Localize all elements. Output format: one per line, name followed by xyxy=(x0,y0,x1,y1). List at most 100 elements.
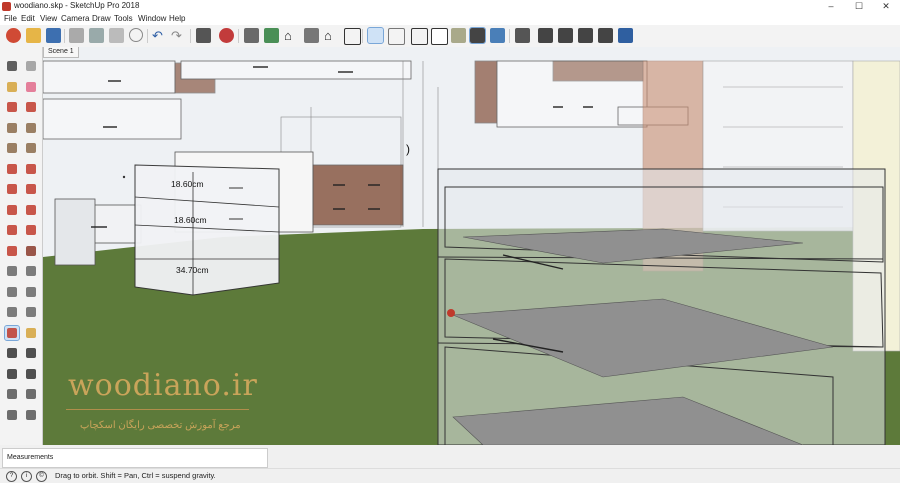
redo-icon[interactable]: ↷ xyxy=(171,28,186,43)
rotated-rect-icon-glyph xyxy=(26,122,36,133)
copy-icon[interactable] xyxy=(89,28,104,43)
xray-icon[interactable] xyxy=(367,27,384,44)
protractor-icon[interactable] xyxy=(5,285,19,299)
cut-icon[interactable] xyxy=(69,28,84,43)
dimension-label: 34.70cm xyxy=(176,265,209,275)
menu-view[interactable]: View xyxy=(40,14,57,23)
maximize-button[interactable]: ☐ xyxy=(845,0,873,13)
close-button[interactable]: ✕ xyxy=(872,0,900,13)
measurements-box[interactable]: Measurements xyxy=(2,448,268,468)
hidden-line-icon[interactable] xyxy=(431,28,448,45)
offset-icon[interactable] xyxy=(24,244,38,258)
open-icon[interactable] xyxy=(26,28,41,43)
zoom-icon[interactable] xyxy=(5,346,19,360)
undo-icon[interactable]: ↶ xyxy=(152,28,167,43)
get-models-icon[interactable] xyxy=(344,28,361,45)
right-view-icon[interactable] xyxy=(578,28,593,43)
info-icon[interactable]: i xyxy=(21,471,32,482)
position-camera-icon-glyph xyxy=(7,389,17,399)
back-view-icon[interactable] xyxy=(598,28,613,43)
section-plane-icon[interactable] xyxy=(24,408,38,422)
pie-icon[interactable] xyxy=(24,162,38,176)
paint-bucket-icon[interactable] xyxy=(5,80,19,94)
rotate-icon[interactable] xyxy=(5,223,19,237)
get-models-icon[interactable] xyxy=(304,28,319,43)
send-layout-icon[interactable]: ⌂ xyxy=(324,28,339,43)
line-icon[interactable] xyxy=(5,100,19,114)
circle-icon[interactable] xyxy=(5,141,19,155)
paste-icon[interactable] xyxy=(109,28,124,43)
two-point-arc-icon-glyph xyxy=(7,184,17,194)
print-icon[interactable] xyxy=(196,28,211,43)
watermark-title: woodiano.ir xyxy=(68,368,258,403)
move-icon[interactable] xyxy=(5,203,19,217)
position-camera-icon[interactable] xyxy=(5,387,19,401)
3d-text-icon[interactable] xyxy=(24,305,38,319)
geo-location-icon[interactable]: © xyxy=(36,471,47,482)
menu-file[interactable]: File xyxy=(4,14,17,23)
monochrome-icon[interactable] xyxy=(490,28,505,43)
getting-started-icon[interactable] xyxy=(6,28,21,43)
menu-camera[interactable]: Camera xyxy=(61,14,89,23)
top-view-icon[interactable] xyxy=(538,28,553,43)
offset-icon-glyph xyxy=(26,245,36,256)
look-around-icon[interactable] xyxy=(24,387,38,401)
select-icon[interactable] xyxy=(5,59,19,73)
three-point-arc-icon[interactable] xyxy=(24,182,38,196)
make-component-icon[interactable] xyxy=(24,59,38,73)
minimize-button[interactable]: – xyxy=(817,0,845,13)
text-icon[interactable] xyxy=(24,285,38,299)
scale-icon[interactable] xyxy=(5,244,19,258)
menu-draw[interactable]: Draw xyxy=(92,14,111,23)
dimension-icon[interactable] xyxy=(24,264,38,278)
eraser-icon-glyph xyxy=(26,81,36,92)
front-view-icon[interactable] xyxy=(558,28,573,43)
freehand-icon[interactable] xyxy=(24,100,38,114)
erase-icon[interactable] xyxy=(129,28,143,42)
shaded-textures-icon[interactable] xyxy=(469,27,486,44)
model-info-icon[interactable] xyxy=(219,28,234,43)
two-point-arc-icon[interactable] xyxy=(5,182,19,196)
protractor-icon-glyph xyxy=(7,286,17,297)
help-icon[interactable]: ? xyxy=(6,471,17,482)
watermark-subtitle: مرجع آموزش تخصصی رایگان اسکچاپ xyxy=(80,420,241,431)
dimension-label: 18.60cm xyxy=(174,215,207,225)
status-bar: ? i © Drag to orbit. Shift = Pan, Ctrl =… xyxy=(0,468,900,483)
menu-help[interactable]: Help xyxy=(169,14,185,23)
rectangle-icon[interactable] xyxy=(5,121,19,135)
follow-me-icon[interactable] xyxy=(24,223,38,237)
menu-tools[interactable]: Tools xyxy=(114,14,133,23)
menu-window[interactable]: Window xyxy=(138,14,166,23)
3d-warehouse-icon[interactable] xyxy=(244,28,259,43)
window-title: woodiano.skp - SketchUp Pro 2018 xyxy=(14,1,140,10)
pan-icon[interactable] xyxy=(24,326,38,340)
share-model-icon[interactable]: ⌂ xyxy=(284,28,299,43)
push-pull-icon[interactable] xyxy=(24,203,38,217)
arc-icon[interactable] xyxy=(5,162,19,176)
tape-measure-icon[interactable] xyxy=(5,264,19,278)
zoom-window-icon[interactable] xyxy=(24,346,38,360)
extension-warehouse-icon[interactable] xyxy=(264,28,279,43)
orbit-icon[interactable] xyxy=(4,324,20,341)
look-around-icon-glyph xyxy=(26,389,36,399)
dimension-label: 18.60cm xyxy=(171,179,204,189)
rotated-rect-icon[interactable] xyxy=(24,121,38,135)
back-edges-icon[interactable] xyxy=(388,28,405,45)
wireframe-icon[interactable] xyxy=(411,28,428,45)
previous-view-icon[interactable] xyxy=(24,367,38,381)
tape-measure-icon-glyph xyxy=(7,266,17,276)
axes-icon[interactable] xyxy=(5,305,19,319)
walk-icon[interactable] xyxy=(5,408,19,422)
polygon-icon-glyph xyxy=(26,143,36,153)
menu-edit[interactable]: Edit xyxy=(21,14,35,23)
tool-palette xyxy=(0,47,43,445)
follow-me-icon-glyph xyxy=(26,225,36,235)
zoom-extents-icon[interactable] xyxy=(5,367,19,381)
iso-view-icon[interactable] xyxy=(515,28,530,43)
tab-scene-1[interactable]: Scene 1 xyxy=(43,47,79,58)
shaded-icon[interactable] xyxy=(451,28,466,43)
polygon-icon[interactable] xyxy=(24,141,38,155)
save-icon[interactable] xyxy=(46,28,61,43)
left-view-icon[interactable] xyxy=(618,28,633,43)
eraser-icon[interactable] xyxy=(24,80,38,94)
